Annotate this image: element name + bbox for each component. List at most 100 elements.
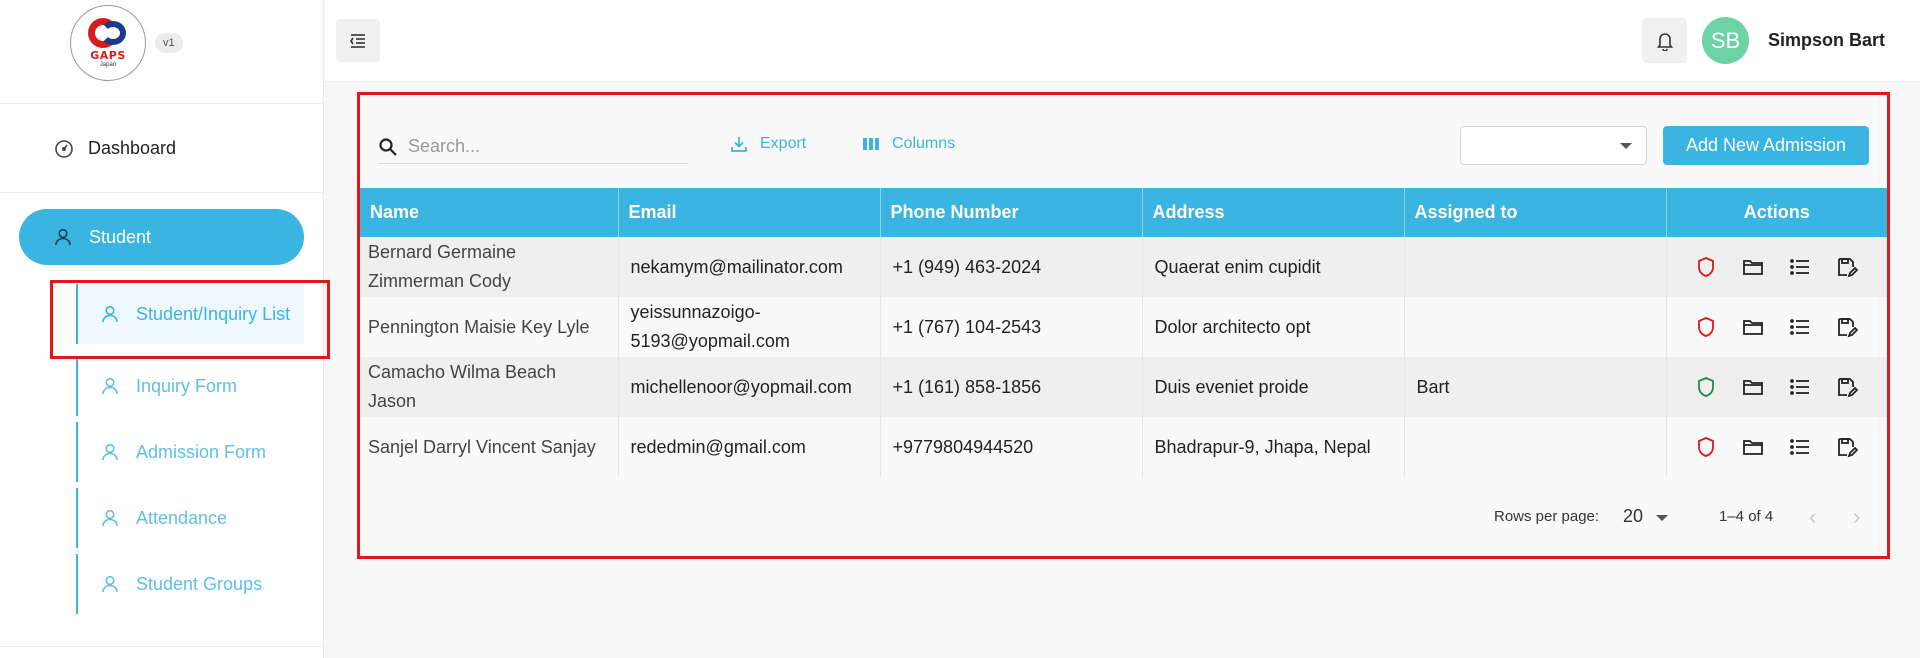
- list-icon[interactable]: [1788, 315, 1812, 339]
- cell-phone: +1 (767) 104-2543: [880, 297, 1143, 357]
- cell-name: Camacho Wilma Beach Jason: [360, 357, 619, 417]
- folder-icon[interactable]: [1741, 435, 1765, 459]
- save-edit-icon[interactable]: [1835, 435, 1859, 459]
- sidebar-item-label: Attendance: [136, 507, 228, 528]
- columns-label: Columns: [892, 135, 956, 152]
- list-icon[interactable]: [1788, 255, 1812, 279]
- user-icon: [55, 228, 71, 246]
- sidebar-item-student-groups[interactable]: Student Groups: [76, 554, 304, 614]
- avatar[interactable]: SB: [1702, 17, 1749, 64]
- sidebar-item-student[interactable]: Student: [19, 209, 304, 265]
- menu-collapse-icon: [350, 33, 365, 48]
- sidebar-item-label: Student: [89, 226, 152, 247]
- columns-icon: [863, 138, 879, 150]
- sidebar-item-label: Student Groups: [136, 573, 263, 594]
- column-header-address[interactable]: Address: [1142, 188, 1405, 237]
- bell-icon: [1656, 32, 1673, 51]
- folder-icon[interactable]: [1741, 255, 1765, 279]
- user-icon: [102, 443, 118, 461]
- export-label: Export: [760, 135, 807, 152]
- sidebar-item-dashboard[interactable]: Dashboard: [0, 105, 324, 193]
- search-input[interactable]: [408, 136, 678, 157]
- user-icon: [102, 377, 118, 395]
- save-edit-icon[interactable]: [1835, 255, 1859, 279]
- user-name[interactable]: Simpson Bart: [1768, 30, 1885, 51]
- dashboard-gauge-icon: [55, 139, 73, 158]
- chevron-down-icon: [1620, 143, 1632, 149]
- filter-select[interactable]: [1460, 126, 1647, 165]
- sidebar-item-inquiry-form[interactable]: Inquiry Form: [76, 356, 304, 416]
- cell-assigned: [1404, 417, 1667, 477]
- cell-assigned: Bart: [1404, 357, 1667, 417]
- sidebar-item-attendance[interactable]: Attendance: [76, 488, 304, 548]
- user-icon: [102, 575, 118, 593]
- cell-actions: [1666, 417, 1887, 477]
- columns-button[interactable]: Columns: [862, 135, 955, 153]
- student-list-panel: Export Columns Add New Admission Name Em…: [357, 92, 1890, 559]
- table-header-row: Name Email Phone Number Address Assigned…: [360, 188, 1887, 237]
- next-page-button[interactable]: ›: [1853, 504, 1860, 530]
- cell-email: rededmin@gmail.com: [618, 417, 881, 477]
- logo-text: GAPS: [90, 49, 126, 62]
- shield-icon[interactable]: [1694, 375, 1718, 399]
- export-button[interactable]: Export: [730, 135, 806, 153]
- top-header: SB Simpson Bart: [325, 0, 1920, 82]
- cell-actions: [1666, 297, 1887, 357]
- logo-area: GAPS Japan v1: [0, 0, 324, 104]
- table-row[interactable]: Pennington Maisie Key Lyle yeissunnazoig…: [360, 297, 1887, 357]
- cell-name: Pennington Maisie Key Lyle: [360, 297, 619, 357]
- cell-email: yeissunnazoigo-5193@yopmail.com: [618, 297, 881, 357]
- save-edit-icon[interactable]: [1835, 375, 1859, 399]
- cell-phone: +1 (949) 463-2024: [880, 237, 1143, 297]
- cell-address: Quaerat enim cupidit: [1142, 237, 1405, 297]
- column-header-email[interactable]: Email: [618, 188, 881, 237]
- cell-actions: [1666, 237, 1887, 297]
- shield-icon[interactable]: [1694, 255, 1718, 279]
- rows-per-page-select[interactable]: 20: [1623, 506, 1643, 527]
- search-icon: [379, 137, 397, 156]
- cell-email: michellenoor@yopmail.com: [618, 357, 881, 417]
- list-icon[interactable]: [1788, 375, 1812, 399]
- sidebar-item-label: Dashboard: [88, 138, 177, 158]
- cell-phone: +9779804944520: [880, 417, 1143, 477]
- logo-subtext: Japan: [99, 62, 117, 68]
- add-new-admission-button[interactable]: Add New Admission: [1663, 126, 1869, 165]
- logo-mark-icon: [84, 18, 132, 48]
- cell-phone: +1 (161) 858-1856: [880, 357, 1143, 417]
- cell-address: Dolor architecto opt: [1142, 297, 1405, 357]
- sidebar-item-label: Admission Form: [136, 441, 267, 462]
- rows-per-page-label: Rows per page:: [1494, 508, 1600, 525]
- highlight-box-sidebar: [50, 280, 330, 359]
- notifications-button[interactable]: [1642, 18, 1687, 63]
- cell-assigned: [1404, 237, 1667, 297]
- folder-icon[interactable]: [1741, 315, 1765, 339]
- sidebar-item-admission-form[interactable]: Admission Form: [76, 422, 304, 482]
- cell-email: nekamym@mailinator.com: [618, 237, 881, 297]
- pagination: Rows per page: 20 1–4 of 4 ‹ ›: [360, 502, 1887, 532]
- page-range: 1–4 of 4: [1719, 508, 1774, 525]
- search-field: [378, 130, 688, 164]
- table-row[interactable]: Camacho Wilma Beach Jason michellenoor@y…: [360, 357, 1887, 417]
- divider: [0, 646, 324, 647]
- column-header-phone[interactable]: Phone Number: [880, 188, 1143, 237]
- table-row[interactable]: Sanjel Darryl Vincent Sanjay rededmin@gm…: [360, 417, 1887, 477]
- cell-address: Duis eveniet proide: [1142, 357, 1405, 417]
- table-row[interactable]: Bernard Germaine Zimmerman Cody nekamym@…: [360, 237, 1887, 297]
- user-icon: [102, 509, 118, 527]
- shield-icon[interactable]: [1694, 315, 1718, 339]
- save-edit-icon[interactable]: [1835, 315, 1859, 339]
- chevron-down-icon[interactable]: [1656, 515, 1668, 521]
- folder-icon[interactable]: [1741, 375, 1765, 399]
- column-header-assigned[interactable]: Assigned to: [1404, 188, 1667, 237]
- sidebar-item-label: Inquiry Form: [136, 375, 238, 396]
- brand-logo[interactable]: GAPS Japan: [70, 5, 146, 81]
- list-icon[interactable]: [1788, 435, 1812, 459]
- cell-assigned: [1404, 297, 1667, 357]
- cell-name: Sanjel Darryl Vincent Sanjay: [360, 417, 619, 477]
- menu-toggle-button[interactable]: [336, 19, 380, 62]
- column-header-actions: Actions: [1666, 188, 1887, 237]
- previous-page-button[interactable]: ‹: [1809, 504, 1816, 530]
- shield-icon[interactable]: [1694, 435, 1718, 459]
- column-header-name[interactable]: Name: [360, 188, 619, 237]
- cell-actions: [1666, 357, 1887, 417]
